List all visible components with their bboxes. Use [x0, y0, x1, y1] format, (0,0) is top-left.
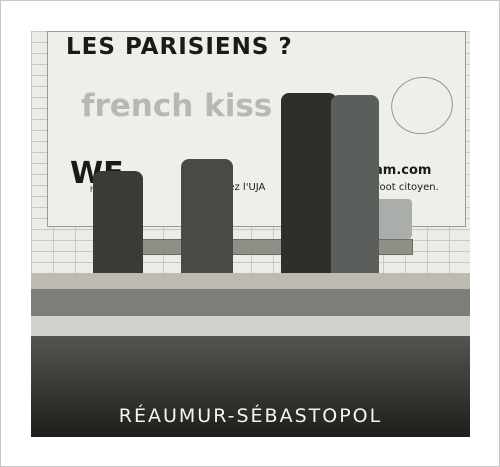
metro-platform-photo: LES PARISIENS ? french kiss WE have nez … [31, 31, 470, 437]
poster-title: LES PARISIENS ? [66, 34, 293, 60]
seated-woman-left [93, 171, 143, 289]
station-name-caption: RÉAUMUR-SÉBASTOPOL [118, 405, 383, 427]
graffiti-tag [384, 69, 460, 142]
poster-subtitle: french kiss [81, 88, 273, 124]
platform-floor [31, 289, 470, 319]
poster-url: am.com [374, 163, 432, 178]
platform-edge [31, 316, 470, 336]
seated-woman-right [181, 159, 233, 287]
wall-baseboard [31, 273, 470, 289]
photo-frame: LES PARISIENS ? french kiss WE have nez … [0, 0, 500, 467]
standing-woman [331, 95, 379, 303]
poster-slogan: foot citoyen. [376, 182, 439, 193]
